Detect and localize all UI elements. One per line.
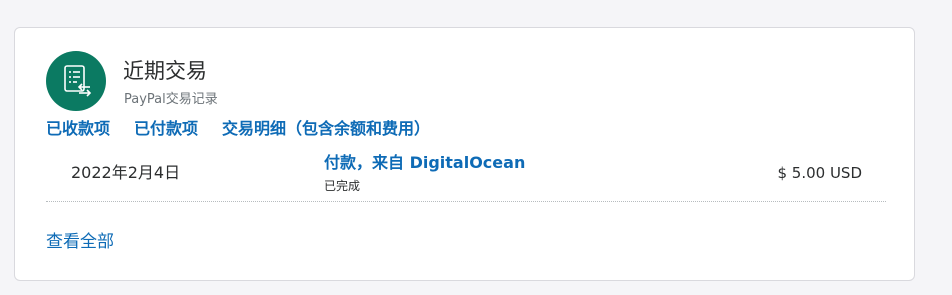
transaction-status: 已完成 [324, 179, 361, 193]
view-all-link[interactable]: 查看全部 [46, 231, 114, 253]
card-title: 近期交易 [123, 59, 207, 83]
row-divider [46, 201, 886, 202]
card-subtitle: PayPal交易记录 [124, 92, 218, 107]
transaction-filter-tabs: 已收款项 已付款项 交易明细（包含余额和费用） [46, 118, 454, 140]
transaction-list-icon [46, 51, 106, 111]
transaction-amount: $ 5.00 USD [777, 164, 862, 182]
transaction-row[interactable]: 2022年2月4日 付款，来自 DigitalOcean 已完成 $ 5.00 … [46, 150, 886, 202]
tab-sent[interactable]: 已付款项 [134, 118, 198, 140]
transaction-description-link[interactable]: 付款，来自 DigitalOcean [324, 152, 525, 174]
transaction-date: 2022年2月4日 [71, 163, 181, 182]
tab-received[interactable]: 已收款项 [46, 118, 110, 140]
recent-transactions-card: 近期交易 PayPal交易记录 已收款项 已付款项 交易明细（包含余额和费用） … [14, 27, 915, 281]
tab-transaction-details[interactable]: 交易明细（包含余额和费用） [222, 118, 430, 140]
